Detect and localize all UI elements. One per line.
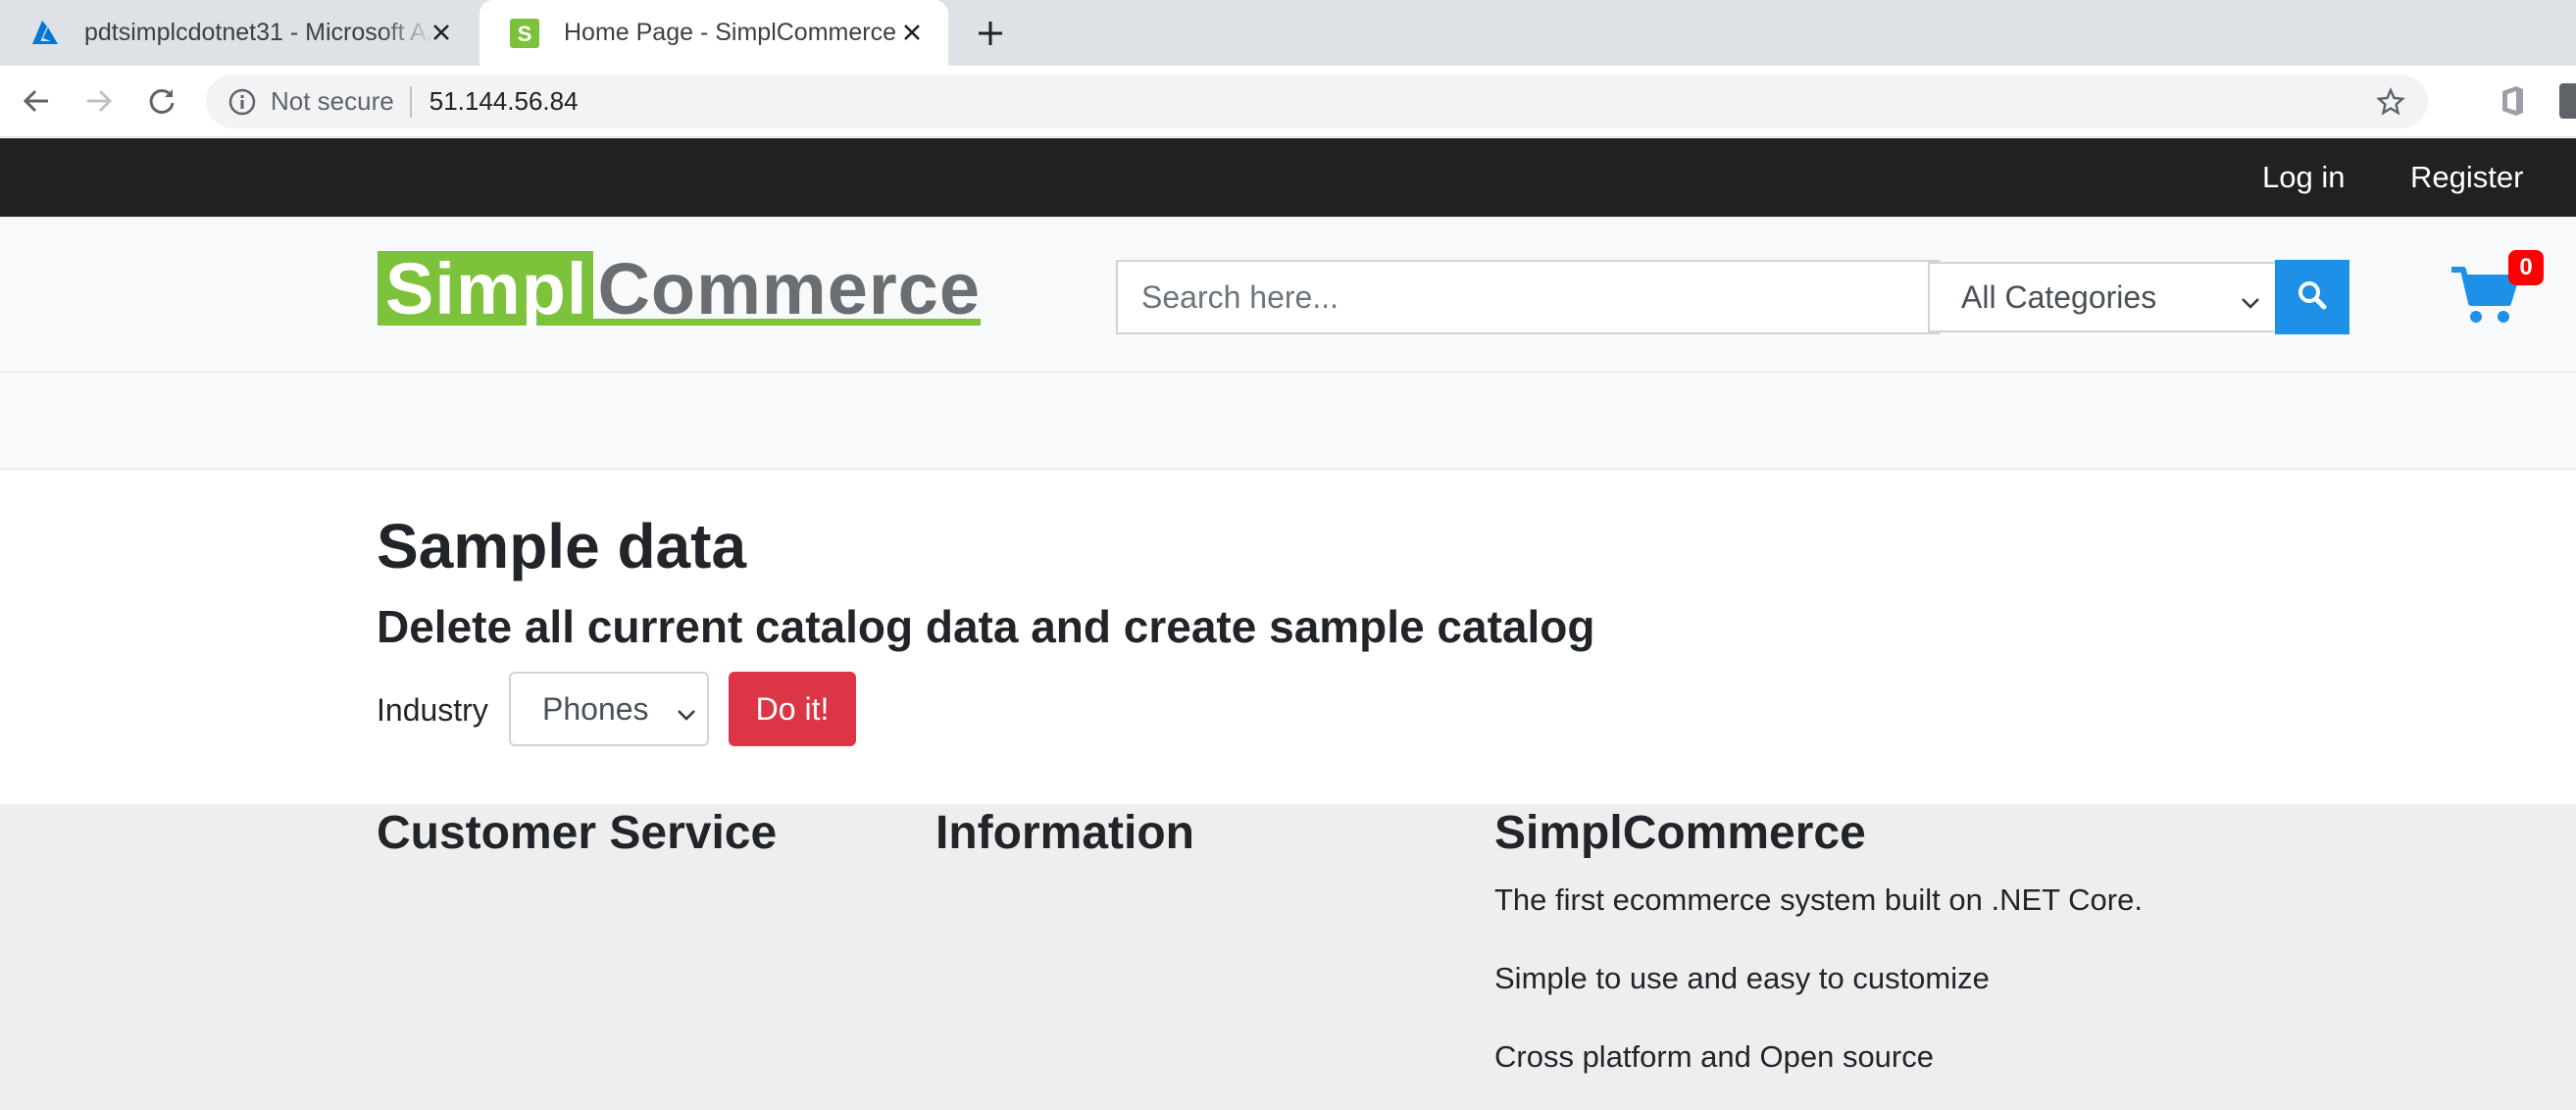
back-arrow-icon[interactable] bbox=[17, 81, 56, 121]
category-select-value: All Categories bbox=[1961, 278, 2157, 315]
divider bbox=[409, 85, 412, 118]
footer-text-line: Cross platform and Open source bbox=[1494, 1039, 1934, 1074]
extension-icon[interactable] bbox=[2559, 83, 2576, 119]
footer-information-heading: Information bbox=[935, 807, 1194, 859]
simplcommerce-favicon: S bbox=[509, 18, 540, 49]
site-footer: Customer Service Information SimplCommer… bbox=[0, 804, 2576, 1110]
close-icon[interactable] bbox=[427, 18, 456, 47]
main-content: Sample data Delete all current catalog d… bbox=[0, 471, 2576, 804]
browser-tab-bar: pdtsimplcdotnet31 - Microsoft Azure S Ho… bbox=[0, 0, 2576, 66]
category-menu-bar bbox=[0, 373, 2576, 470]
logo-simpl-text: Simpl bbox=[378, 251, 594, 326]
register-link[interactable]: Register bbox=[2410, 160, 2523, 195]
do-it-button[interactable]: Do it! bbox=[729, 672, 856, 746]
svg-text:S: S bbox=[518, 22, 532, 46]
info-icon[interactable] bbox=[226, 85, 259, 119]
tab-simplcommerce[interactable]: S Home Page - SimplCommerce bbox=[480, 0, 948, 66]
address-bar[interactable]: Not secure 51.144.56.84 bbox=[206, 75, 2428, 128]
office-extension-icon[interactable] bbox=[2495, 83, 2530, 119]
category-select[interactable]: All Categories bbox=[1928, 262, 2277, 332]
footer-text-line: The first ecommerce system built on .NET… bbox=[1494, 883, 2143, 917]
close-icon[interactable] bbox=[897, 18, 927, 47]
browser-toolbar: Not secure 51.144.56.84 bbox=[0, 66, 2576, 137]
bookmark-star-icon[interactable] bbox=[2373, 84, 2408, 120]
forward-arrow-icon[interactable] bbox=[79, 81, 119, 121]
url-text[interactable]: 51.144.56.84 bbox=[429, 86, 579, 117]
industry-label: Industry bbox=[377, 692, 488, 728]
page-subtitle: Delete all current catalog data and crea… bbox=[377, 601, 1595, 652]
tab-title: Home Page - SimplCommerce bbox=[564, 19, 896, 46]
login-link[interactable]: Log in bbox=[2262, 160, 2345, 195]
footer-customer-service-heading: Customer Service bbox=[377, 807, 778, 859]
tab-azure[interactable]: pdtsimplcdotnet31 - Microsoft Azure bbox=[0, 0, 478, 66]
chevron-down-icon bbox=[2240, 285, 2261, 322]
footer-text-line: Simple to use and easy to customize bbox=[1494, 961, 1990, 995]
search-input[interactable] bbox=[1116, 260, 1940, 334]
industry-select[interactable]: Phones bbox=[509, 672, 709, 746]
footer-simplcommerce-heading: SimplCommerce bbox=[1494, 807, 1866, 859]
chevron-down-icon bbox=[676, 697, 697, 733]
industry-select-value: Phones bbox=[542, 690, 649, 727]
search-icon bbox=[2296, 278, 2329, 317]
simplcommerce-logo[interactable]: Simpl Commerce bbox=[378, 251, 981, 339]
cart-count-badge: 0 bbox=[2508, 250, 2544, 285]
search-button[interactable] bbox=[2275, 260, 2349, 334]
security-status: Not secure bbox=[271, 86, 394, 116]
page-title: Sample data bbox=[377, 511, 747, 581]
site-top-bar: Log in Register bbox=[0, 138, 2576, 217]
new-tab-plus-icon[interactable] bbox=[971, 14, 1010, 53]
tab-title: pdtsimplcdotnet31 - Microsoft Azure bbox=[84, 19, 432, 46]
reload-icon[interactable] bbox=[142, 81, 181, 121]
azure-icon bbox=[29, 18, 61, 49]
logo-commerce-text: Commerce bbox=[593, 251, 981, 326]
site-header: Simpl Commerce All Categories 0 bbox=[0, 217, 2576, 373]
